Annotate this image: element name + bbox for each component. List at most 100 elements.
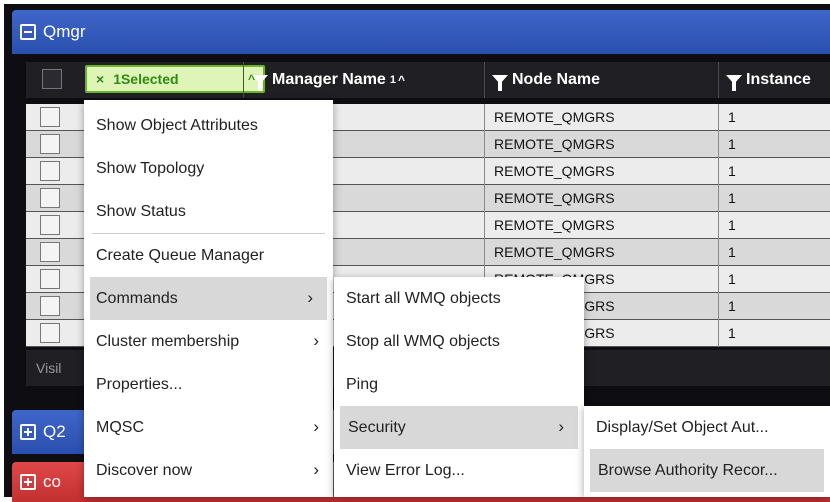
menu-item-label: Start all WMQ objects bbox=[346, 289, 501, 307]
menu-item-browse-authority-records[interactable]: Browse Authority Recor... bbox=[590, 449, 824, 492]
row-checkbox[interactable] bbox=[40, 215, 60, 235]
column-separator bbox=[718, 266, 719, 293]
column-separator bbox=[718, 239, 719, 266]
node-name-cell: REMOTE_QMGRS bbox=[494, 163, 615, 179]
qmgr-panel-header[interactable]: Qmgr bbox=[12, 10, 830, 54]
clear-selection-icon[interactable]: × bbox=[96, 71, 104, 87]
filter-icon[interactable] bbox=[252, 74, 268, 91]
menu-item-show-status[interactable]: Show Status bbox=[84, 190, 333, 233]
column-separator bbox=[718, 104, 719, 131]
filter-icon[interactable] bbox=[726, 74, 742, 91]
sort-index: 1 bbox=[389, 74, 396, 86]
chevron-right-icon: › bbox=[313, 331, 319, 350]
row-checkbox[interactable] bbox=[40, 242, 60, 262]
column-header-instance[interactable]: Instance bbox=[726, 62, 811, 98]
column-separator bbox=[484, 131, 485, 158]
menu-item-commands[interactable]: Commands › bbox=[90, 277, 327, 320]
instance-cell: 1 bbox=[728, 244, 736, 260]
sort-caret-icon: ^ bbox=[397, 73, 405, 87]
filter-icon[interactable] bbox=[492, 74, 508, 91]
menu-item-label: Show Object Attributes bbox=[96, 116, 258, 134]
menu-item-label: Ping bbox=[346, 375, 379, 393]
menu-item-ping[interactable]: Ping bbox=[334, 363, 584, 406]
row-checkbox[interactable] bbox=[40, 323, 60, 343]
node-name-cell: REMOTE_QMGRS bbox=[494, 109, 615, 125]
menu-item-label: Show Status bbox=[96, 202, 186, 220]
context-menu: Show Object Attributes Show Topology Sho… bbox=[84, 100, 333, 497]
column-separator bbox=[718, 293, 719, 320]
instance-cell: 1 bbox=[728, 190, 736, 206]
menu-item-label: Security bbox=[348, 418, 406, 436]
row-checkbox[interactable] bbox=[40, 188, 60, 208]
menu-item-properties[interactable]: Properties... bbox=[84, 363, 333, 406]
column-separator bbox=[718, 62, 719, 98]
column-separator bbox=[484, 239, 485, 266]
instance-cell: 1 bbox=[728, 271, 736, 287]
menu-item-label: Cluster membership bbox=[96, 332, 240, 350]
menu-item-cluster-membership[interactable]: Cluster membership › bbox=[84, 320, 333, 363]
select-all-checkbox[interactable] bbox=[42, 69, 62, 89]
menu-item-start-all-wmq-objects[interactable]: Start all WMQ objects bbox=[334, 277, 584, 320]
chevron-right-icon: › bbox=[313, 460, 319, 479]
panel-title: Qmgr bbox=[43, 22, 86, 41]
column-separator bbox=[718, 185, 719, 212]
column-separator bbox=[484, 212, 485, 239]
manager-name-label: Manager Name bbox=[272, 71, 386, 88]
panel3-title: co bbox=[43, 472, 61, 491]
column-separator bbox=[718, 158, 719, 185]
menu-item-label: MQSC bbox=[96, 418, 144, 436]
menu-item-view-error-log[interactable]: View Error Log... bbox=[334, 449, 584, 492]
instance-cell: 1 bbox=[728, 136, 736, 152]
row-checkbox[interactable] bbox=[40, 107, 60, 127]
menu-item-label: Stop all WMQ objects bbox=[346, 332, 500, 350]
instance-cell: 1 bbox=[728, 325, 736, 341]
panel2-title: Q2 bbox=[43, 422, 66, 441]
menu-item-label: Discover now bbox=[96, 461, 193, 479]
column-header-manager-name[interactable]: Manager Name 1 ^ bbox=[252, 62, 405, 98]
instance-cell: 1 bbox=[728, 298, 736, 314]
column-header-node-name[interactable]: Node Name bbox=[492, 62, 600, 98]
instance-cell: 1 bbox=[728, 163, 736, 179]
row-checkbox[interactable] bbox=[40, 269, 60, 289]
menu-item-security[interactable]: Security › bbox=[340, 406, 578, 449]
row-checkbox[interactable] bbox=[40, 161, 60, 181]
column-separator bbox=[243, 62, 244, 98]
instance-label: Instance bbox=[746, 71, 811, 88]
grid-header: × 1Selected ^ Manager Name 1 ^ Node Name… bbox=[26, 62, 830, 98]
menu-item-show-object-attributes[interactable]: Show Object Attributes bbox=[84, 104, 333, 147]
commands-submenu: Start all WMQ objects Stop all WMQ objec… bbox=[334, 277, 584, 497]
column-separator bbox=[484, 62, 485, 98]
menu-item-label: Commands bbox=[96, 289, 178, 307]
row-checkbox[interactable] bbox=[40, 296, 60, 316]
column-separator bbox=[484, 104, 485, 131]
column-separator bbox=[484, 185, 485, 212]
chevron-right-icon: › bbox=[313, 417, 319, 436]
node-name-cell: REMOTE_QMGRS bbox=[494, 190, 615, 206]
menu-item-label: Show Topology bbox=[96, 159, 205, 177]
node-name-cell: REMOTE_QMGRS bbox=[494, 217, 615, 233]
chevron-right-icon: › bbox=[558, 417, 564, 436]
menu-item-label: Create Queue Manager bbox=[96, 246, 265, 264]
expand-icon[interactable] bbox=[20, 424, 36, 440]
menu-item-create-queue-manager[interactable]: Create Queue Manager bbox=[84, 234, 333, 277]
selection-count: 1Selected bbox=[113, 71, 179, 87]
footer-text: Visil bbox=[36, 360, 62, 376]
node-name-cell: REMOTE_QMGRS bbox=[494, 244, 615, 260]
menu-item-stop-all-wmq-objects[interactable]: Stop all WMQ objects bbox=[334, 320, 584, 363]
menu-item-label: Properties... bbox=[96, 375, 183, 393]
node-name-label: Node Name bbox=[512, 71, 601, 88]
column-separator bbox=[718, 212, 719, 239]
menu-item-label: View Error Log... bbox=[346, 461, 465, 479]
column-separator bbox=[484, 158, 485, 185]
row-checkbox[interactable] bbox=[40, 134, 60, 154]
security-submenu: Display/Set Object Aut... Browse Authori… bbox=[584, 406, 830, 497]
menu-item-display-set-object-authority[interactable]: Display/Set Object Aut... bbox=[584, 406, 830, 449]
instance-cell: 1 bbox=[728, 109, 736, 125]
menu-item-discover-now[interactable]: Discover now › bbox=[84, 449, 333, 492]
chevron-right-icon: › bbox=[307, 288, 313, 307]
selection-indicator[interactable]: × 1Selected ^ bbox=[85, 65, 265, 93]
menu-item-mqsc[interactable]: MQSC › bbox=[84, 406, 333, 449]
collapse-icon[interactable] bbox=[20, 24, 36, 40]
expand-icon[interactable] bbox=[20, 474, 36, 490]
menu-item-show-topology[interactable]: Show Topology bbox=[84, 147, 333, 190]
